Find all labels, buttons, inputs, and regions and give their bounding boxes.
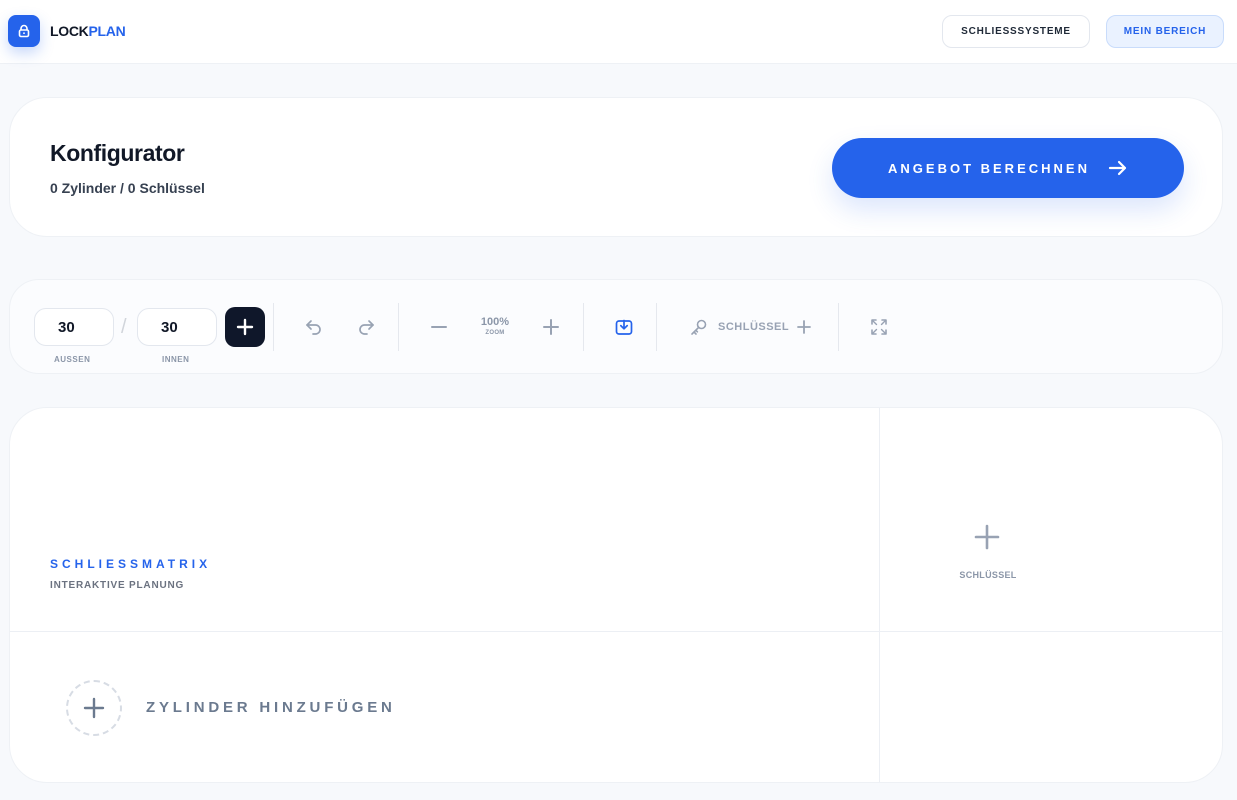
- add-cylinder-label[interactable]: ZYLINDER HINZUFÜGEN: [146, 699, 396, 716]
- fullscreen-button[interactable]: [869, 317, 889, 337]
- matrix-subtitle: INTERAKTIVE PLANUNG: [50, 580, 185, 591]
- toolbar-divider: [273, 303, 274, 351]
- logo-text-plan: PLAN: [88, 23, 126, 39]
- plus-icon: [974, 524, 1000, 550]
- matrix-title: SCHLIESSMATRIX: [50, 557, 212, 571]
- zoom-in-button[interactable]: [541, 317, 561, 337]
- toolbar-divider: [583, 303, 584, 351]
- add-key-label[interactable]: SCHLÜSSEL: [948, 570, 1028, 580]
- logo-badge[interactable]: [8, 15, 40, 47]
- export-button[interactable]: [614, 317, 634, 337]
- redo-icon: [359, 320, 374, 335]
- matrix-toolbar: / AUSSEN INNEN 100% ZOOM: [9, 279, 1223, 374]
- page-title: Konfigurator: [50, 140, 185, 166]
- matrix-row-divider: [10, 631, 1222, 632]
- inner-length-input[interactable]: [137, 308, 217, 346]
- length-separator: /: [121, 316, 127, 338]
- matrix-column-divider: [879, 408, 880, 782]
- lock-icon: [18, 24, 30, 38]
- key-tool-label: SCHLÜSSEL: [718, 321, 790, 333]
- logo-wordmark[interactable]: LOCKPLAN: [50, 23, 126, 39]
- toolbar-divider: [838, 303, 839, 351]
- undo-icon: [306, 320, 321, 335]
- toolbar-divider: [398, 303, 399, 351]
- top-navigation-bar: LOCKPLAN SCHLIESSSYSTEME MEIN BEREICH: [0, 0, 1237, 64]
- add-key-button[interactable]: [972, 522, 1002, 552]
- redo-button[interactable]: [356, 317, 376, 337]
- download-icon: [615, 319, 633, 335]
- inner-length-label: INNEN: [162, 355, 190, 364]
- minus-icon: [431, 326, 447, 328]
- zoom-level: 100%: [480, 316, 510, 328]
- nav-schliesssysteme-button[interactable]: SCHLIESSSYSTEME: [942, 15, 1090, 48]
- key-icon: [691, 319, 707, 335]
- calculate-offer-button[interactable]: ANGEBOT BERECHNEN: [832, 138, 1184, 198]
- plus-icon: [797, 320, 811, 334]
- plus-icon: [236, 318, 254, 336]
- plus-icon: [543, 319, 559, 335]
- zoom-out-button[interactable]: [429, 317, 449, 337]
- outer-length-input[interactable]: [34, 308, 114, 346]
- fullscreen-icon: [871, 319, 887, 335]
- add-key-toolbar-button[interactable]: [794, 317, 814, 337]
- locking-matrix-panel: SCHLIESSMATRIX INTERAKTIVE PLANUNG SCHLÜ…: [9, 407, 1223, 783]
- nav-mein-bereich-button[interactable]: MEIN BEREICH: [1106, 15, 1224, 48]
- add-cylinder-button[interactable]: [66, 680, 122, 736]
- arrow-right-icon: [1108, 160, 1127, 176]
- zoom-label: ZOOM: [485, 330, 505, 336]
- configuration-summary: 0 Zylinder / 0 Schlüssel: [50, 180, 205, 196]
- add-cylinder-size-button[interactable]: [225, 307, 265, 347]
- key-tool-button[interactable]: [689, 317, 709, 337]
- calculate-offer-label: ANGEBOT BERECHNEN: [888, 160, 1090, 176]
- outer-length-label: AUSSEN: [54, 355, 91, 364]
- configurator-header-card: Konfigurator 0 Zylinder / 0 Schlüssel AN…: [9, 97, 1223, 237]
- toolbar-divider: [656, 303, 657, 351]
- plus-icon: [83, 697, 105, 719]
- logo-text-lock: LOCK: [50, 23, 89, 39]
- undo-button[interactable]: [304, 317, 324, 337]
